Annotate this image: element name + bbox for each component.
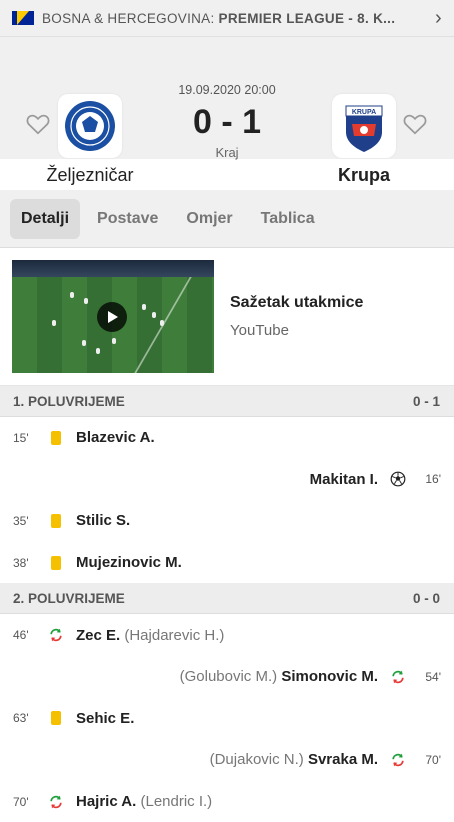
video-title[interactable]: Sažetak utakmice (230, 294, 363, 312)
substitution-icon (392, 753, 404, 767)
event-minute: 38' (13, 555, 29, 570)
video-thumbnail[interactable] (12, 260, 214, 373)
tab-tablica[interactable]: Tablica (250, 199, 326, 239)
home-team-name[interactable]: Željezničar (20, 165, 160, 186)
yellow-card-icon (51, 555, 61, 570)
section-second-half: 2. POLUVRIJEME 0 - 0 (0, 583, 454, 615)
event-minute: 54' (425, 669, 441, 684)
event-row[interactable]: 38' Mujezinovic M. (0, 542, 454, 584)
chevron-right-icon[interactable]: › (435, 7, 442, 30)
event-row[interactable]: 63' Sehic E. (0, 698, 454, 740)
player-name[interactable]: Mujezinovic M. (76, 554, 182, 571)
substituted-player[interactable]: (Lendric I.) (140, 793, 212, 810)
event-minute: 35' (13, 513, 29, 528)
svg-text:KRUPA: KRUPA (352, 109, 376, 116)
soccer-ball-icon (390, 471, 406, 487)
country-label: BOSNA & HERCEGOVINA: (42, 10, 215, 26)
yellow-card-icon (51, 430, 61, 445)
tab-omjer[interactable]: Omjer (175, 199, 243, 239)
player-name[interactable]: Svraka M. (308, 751, 378, 768)
away-team-name[interactable]: Krupa (294, 165, 434, 186)
player-name[interactable]: Makitan I. (310, 471, 378, 488)
match-header: 19.09.2020 20:00 0 - 1 Kraj KRUPA Željez… (0, 37, 454, 185)
section-first-half: 1. POLUVRIJEME 0 - 1 (0, 386, 454, 417)
play-icon[interactable] (97, 302, 127, 332)
event-minute: 15' (13, 430, 29, 445)
player-name[interactable]: Simonovic M. (281, 668, 378, 685)
event-minute: 46' (13, 628, 29, 643)
event-row[interactable]: 15' Blazevic A. (0, 417, 454, 459)
player-name[interactable]: Hajric A. (76, 793, 136, 810)
league-label: PREMIER LEAGUE - 8. K... (218, 10, 396, 26)
tab-bar: Detalji Postave Omjer Tablica (0, 190, 454, 248)
event-minute: 70' (425, 752, 441, 767)
event-minute: 63' (13, 711, 29, 726)
player-name[interactable]: Blazevic A. (76, 429, 155, 446)
video-source: YouTube (230, 322, 289, 339)
substituted-player[interactable]: (Golubovic M.) (180, 668, 278, 685)
section-label: 2. POLUVRIJEME (13, 590, 125, 606)
yellow-card-icon (51, 513, 61, 528)
substitution-icon (392, 670, 404, 684)
favorite-away-heart-icon[interactable] (402, 111, 428, 137)
away-team-logo[interactable]: KRUPA (332, 94, 396, 158)
yellow-card-icon (51, 711, 61, 726)
event-row[interactable]: 46' Zec E. (Hajdarevic H.) (0, 614, 454, 656)
bosnia-flag-icon (12, 11, 34, 25)
event-row[interactable]: 70' (Dujakovic N.) Svraka M. (0, 739, 454, 781)
event-row[interactable]: 54' (Golubovic M.) Simonovic M. (0, 656, 454, 698)
league-header[interactable]: BOSNA & HERCEGOVINA: PREMIER LEAGUE - 8.… (0, 0, 454, 37)
event-row[interactable]: 70' Hajric A. (Lendric I.) (0, 781, 454, 822)
section-score: 0 - 1 (412, 393, 440, 409)
event-minute: 16' (425, 472, 441, 487)
event-row[interactable]: 35' Stilic S. (0, 500, 454, 542)
event-row[interactable]: 16' Makitan I. (0, 459, 454, 501)
substituted-player[interactable]: (Hajdarevic H.) (124, 627, 224, 644)
substituted-player[interactable]: (Dujakovic N.) (210, 751, 304, 768)
tab-detalji[interactable]: Detalji (10, 198, 81, 239)
event-minute: 70' (13, 794, 29, 809)
tab-postave[interactable]: Postave (86, 199, 169, 239)
section-score: 0 - 0 (412, 590, 440, 606)
substitution-icon (50, 795, 62, 808)
player-name[interactable]: Stilic S. (76, 512, 130, 529)
substitution-icon (50, 628, 62, 642)
section-label: 1. POLUVRIJEME (13, 393, 125, 409)
player-name[interactable]: Sehic E. (76, 710, 134, 727)
video-highlight[interactable]: Sažetak utakmice YouTube (0, 248, 454, 386)
player-name[interactable]: Zec E. (76, 627, 120, 644)
